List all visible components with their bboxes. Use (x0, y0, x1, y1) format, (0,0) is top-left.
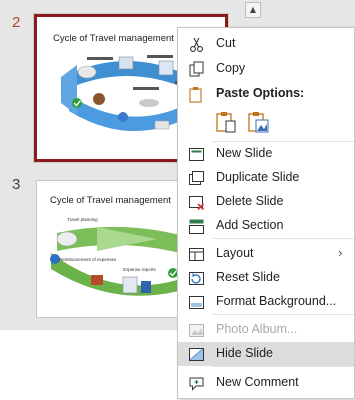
menu-item-cut[interactable]: Cut (178, 32, 354, 56)
menu-separator (212, 238, 354, 239)
duplicate-slide-icon (189, 171, 204, 185)
layout-icon (189, 248, 204, 261)
photo-album-icon (189, 324, 204, 337)
menu-item-hide-slide[interactable]: Hide Slide (178, 342, 354, 366)
menu-item-label: Format Background... (216, 294, 337, 308)
menu-item-copy[interactable]: Copy (178, 57, 354, 81)
menu-item-label: Delete Slide (216, 194, 284, 208)
menu-item-delete-slide[interactable]: Delete Slide (178, 190, 354, 214)
add-section-icon (189, 219, 204, 234)
menu-item-label: New Comment (216, 375, 299, 389)
paste-use-destination-theme-icon[interactable] (214, 110, 238, 134)
menu-item-label: Copy (216, 61, 246, 75)
slide-number: 3 (12, 176, 21, 193)
menu-separator (212, 314, 354, 315)
menu-item-label: Hide Slide (216, 346, 273, 360)
diagram-label: Travel planning (67, 217, 98, 222)
paste-as-picture-icon[interactable] (246, 110, 270, 134)
format-background-icon (189, 296, 204, 309)
new-comment-icon (189, 377, 204, 391)
hide-slide-icon (189, 348, 204, 361)
menu-item-label: Layout (216, 246, 254, 260)
menu-item-format-background[interactable]: Format Background... (178, 290, 354, 314)
reset-slide-icon (189, 272, 204, 285)
submenu-arrow-icon: › (338, 246, 343, 260)
menu-item-label: Add Section (216, 218, 284, 232)
menu-item-new-slide[interactable]: New Slide (178, 142, 354, 166)
menu-item-label: Reset Slide (216, 270, 280, 284)
paste-icon (189, 87, 202, 103)
context-menu: Cut Copy Paste Options: New Slide Duplic… (177, 27, 355, 399)
new-slide-icon (189, 148, 204, 161)
delete-slide-icon (189, 196, 205, 211)
menu-item-label: New Slide (216, 146, 273, 160)
menu-item-reset-slide[interactable]: Reset Slide (178, 266, 354, 290)
menu-item-new-comment[interactable]: New Comment (178, 371, 354, 395)
scroll-up-button[interactable]: ▲ (245, 2, 261, 18)
menu-item-label: Photo Album... (216, 322, 298, 336)
menu-item-duplicate-slide[interactable]: Duplicate Slide (178, 166, 354, 190)
menu-item-photo-album[interactable]: Photo Album... (178, 318, 354, 342)
scissors-icon (190, 37, 203, 52)
slide-number: 2 (12, 14, 21, 31)
menu-separator (212, 366, 354, 367)
copy-icon (189, 61, 204, 77)
menu-item-label: Cut (216, 36, 236, 50)
diagram-label: Expense reports (123, 267, 156, 272)
diagram-label: Reimbursement of expenses (59, 257, 117, 262)
paste-options-heading: Paste Options: (216, 86, 305, 100)
menu-item-layout[interactable]: Layout › (178, 242, 354, 266)
menu-item-add-section[interactable]: Add Section (178, 214, 354, 238)
menu-item-label: Duplicate Slide (216, 170, 300, 184)
